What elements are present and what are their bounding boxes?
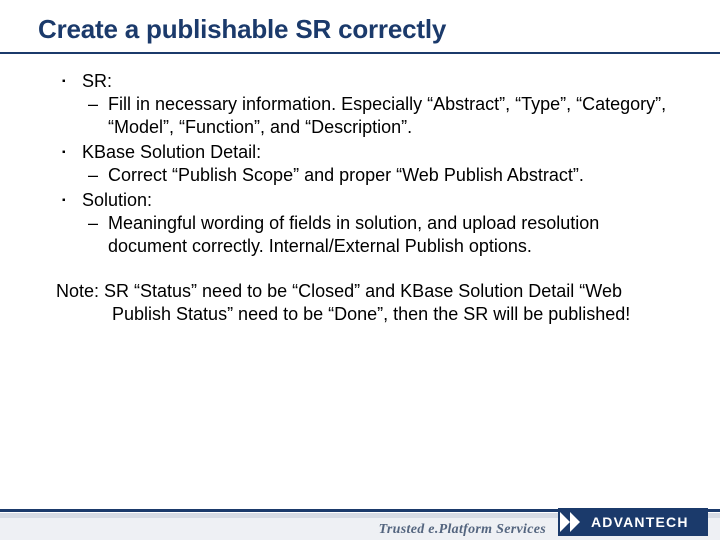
sub-item: Fill in necessary information. Especiall…	[82, 93, 680, 139]
bullet-label: SR:	[82, 71, 112, 91]
logo-text: ADVANTECH	[590, 514, 689, 530]
sub-text: Fill in necessary information. Especiall…	[108, 94, 666, 137]
bullet-item-solution: Solution: Meaningful wording of fields i…	[56, 189, 680, 258]
sub-text: Correct “Publish Scope” and proper “Web …	[108, 165, 584, 185]
bullet-item-sr: SR: Fill in necessary information. Espec…	[56, 70, 680, 139]
sub-item: Meaningful wording of fields in solution…	[82, 212, 680, 258]
footer-tagline: Trusted e.Platform Services	[379, 516, 546, 540]
title-underline	[0, 52, 720, 54]
sub-list: Correct “Publish Scope” and proper “Web …	[82, 164, 680, 187]
sub-text: Meaningful wording of fields in solution…	[108, 213, 599, 256]
bullet-label: Solution:	[82, 190, 152, 210]
note-text: Note: SR “Status” need to be “Closed” an…	[56, 280, 680, 326]
slide-content: SR: Fill in necessary information. Espec…	[56, 70, 680, 326]
footer-bar: Trusted e.Platform Services ADVANTECH	[0, 518, 720, 540]
sub-list: Fill in necessary information. Especiall…	[82, 93, 680, 139]
bullet-label: KBase Solution Detail:	[82, 142, 261, 162]
advantech-logo: ADVANTECH	[558, 508, 708, 536]
bullet-list: SR: Fill in necessary information. Espec…	[56, 70, 680, 258]
slide-title: Create a publishable SR correctly	[38, 14, 446, 45]
logo-chevrons-icon	[558, 508, 590, 536]
sub-list: Meaningful wording of fields in solution…	[82, 212, 680, 258]
note-block: Note: SR “Status” need to be “Closed” an…	[56, 280, 680, 326]
slide: Create a publishable SR correctly SR: Fi…	[0, 0, 720, 540]
bullet-item-kbase: KBase Solution Detail: Correct “Publish …	[56, 141, 680, 187]
slide-footer: Trusted e.Platform Services ADVANTECH	[0, 486, 720, 540]
sub-item: Correct “Publish Scope” and proper “Web …	[82, 164, 680, 187]
